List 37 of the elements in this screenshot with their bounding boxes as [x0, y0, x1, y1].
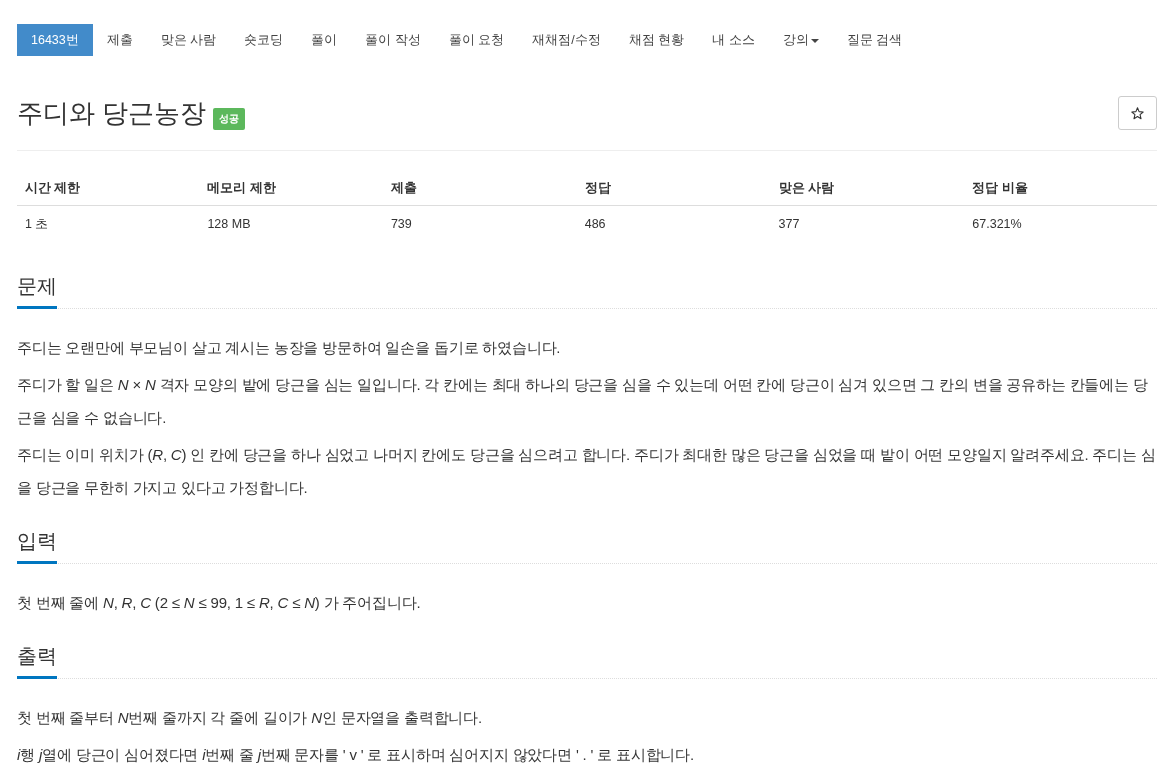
column-header: 맞은 사람 [770, 171, 965, 206]
favorite-button[interactable] [1118, 96, 1157, 130]
section-heading: 문제 [17, 271, 57, 309]
nav-tab[interactable]: 내 소스 [698, 24, 769, 56]
problem-text: 주디는 오랜만에 부모님이 살고 계시는 농장을 방문하여 일손을 돕기로 하였습니다. [17, 338, 562, 358]
nav-tab[interactable]: 재채점/수정 [518, 24, 615, 56]
table-cell: 377 [770, 205, 965, 242]
section-heading: 입력 [17, 526, 57, 564]
problem-text: 주디가 할 일은 N × N 격자 모양의 밭에 당근을 심는 일입니다. 각 칸에는 최대 하나의 당근을 심을 수 있는데 어떤 칸에 당근이 심겨 있으면 그 칸의 변을 공유하는 칸들에는 당근을 심을 수 없습니다. [17, 375, 1149, 428]
problem-title: 주디와 당근농장 [17, 97, 207, 130]
table-cell: 128 MB [199, 205, 383, 242]
nav-tab[interactable]: 맞은 사람 [146, 24, 231, 56]
column-header: 정답 비율 [964, 171, 1157, 206]
star-icon [1131, 106, 1144, 120]
section-heading: 출력 [17, 641, 57, 679]
nav-tab[interactable]: 풀이 작성 [351, 24, 435, 56]
nav-tab[interactable]: 제출 [92, 24, 147, 56]
column-header: 메모리 제한 [199, 171, 383, 206]
column-header: 정답 [576, 171, 771, 206]
table-cell: 739 [382, 205, 577, 242]
nav-tab[interactable]: 숏코딩 [230, 24, 298, 56]
nav-tab[interactable]: 풀이 [297, 24, 352, 56]
problem-text: 첫 번째 줄부터 N번째 줄까지 각 줄에 길이가 N인 문자열을 출력합니다. [17, 708, 483, 728]
nav-tab[interactable]: 풀이 요청 [434, 24, 519, 56]
problem-text: 주디는 이미 위치가 (R, C) 인 칸에 당근을 하나 심었고 나머지 칸에도 당근을 심으려고 합니다. 주디가 최대한 많은 당근을 심었을 때 밭이 어떤 모양일지 알려주세요. 주디는 심을 당근을 무한히 가지고 있다고 가정합니다. [17, 445, 1157, 498]
column-header: 시간 제한 [17, 171, 200, 206]
column-header: 제출 [382, 171, 577, 206]
result-badge: 성공 [213, 108, 246, 130]
nav-tab[interactable]: 강의 [768, 24, 833, 56]
problem-text: 첫 번째 줄에 N, R, C (2 ≤ N ≤ 99, 1 ≤ R, C ≤ N) 가 주어집니다. [17, 593, 422, 613]
nav-tab[interactable]: 채점 현황 [614, 24, 699, 56]
table-cell: 1 초 [17, 205, 200, 242]
nav-tab[interactable]: 16433번 [17, 24, 93, 56]
table-cell: 67.321% [964, 205, 1157, 242]
nav-tab[interactable]: 질문 검색 [832, 24, 917, 56]
problem-text: i행 j열에 당근이 심어졌다면 i번째 줄 j번째 문자를 ' v ' 로 표시하며 심어지지 않았다면 ' . ' 로 표시합니다. [17, 745, 695, 765]
table-cell: 486 [576, 205, 771, 242]
